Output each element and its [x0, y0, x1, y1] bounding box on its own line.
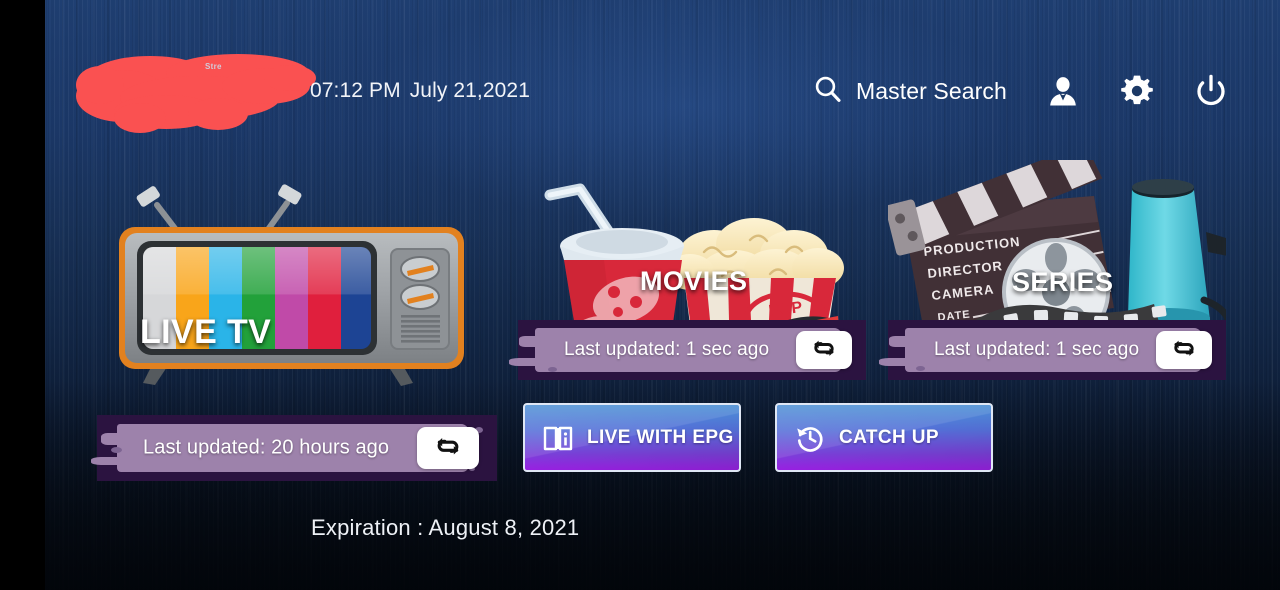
live-with-epg-label: LIVE WITH EPG	[587, 426, 734, 448]
left-letterbox-bar	[0, 0, 45, 590]
history-clock-icon	[795, 423, 825, 453]
brush-speck	[548, 367, 557, 372]
app-screen: Stre 07:12 PM July 21,2021 Master Search	[0, 0, 1280, 590]
clock-date: 07:12 PM July 21,2021	[310, 79, 530, 103]
repeat-refresh-icon	[434, 432, 462, 465]
refresh-button-movies[interactable]	[796, 331, 852, 369]
catch-up-label: CATCH UP	[839, 426, 939, 448]
user-account-button[interactable]	[1040, 70, 1086, 116]
power-icon	[1193, 73, 1229, 114]
clock-time: 07:12 PM	[310, 79, 401, 102]
top-bar: Stre 07:12 PM July 21,2021 Master Search	[45, 0, 1280, 150]
logo-ghost-text: Stre	[205, 62, 222, 71]
user-account-icon	[1046, 74, 1080, 113]
brush-speck	[111, 447, 122, 453]
power-button[interactable]	[1188, 70, 1234, 116]
refresh-button-live-tv[interactable]	[417, 427, 479, 469]
master-search-label: Master Search	[856, 78, 1007, 104]
master-search-button[interactable]: Master Search	[813, 74, 1007, 109]
current-date: July 21,2021	[409, 79, 530, 102]
last-updated-label-series: Last updated: 1 sec ago	[934, 339, 1140, 360]
last-updated-bar-series: Last updated: 1 sec ago	[878, 320, 1226, 380]
last-updated-label-live-tv: Last updated: 20 hours ago	[143, 436, 390, 459]
live-with-epg-button[interactable]: LIVE WITH EPG	[523, 403, 741, 472]
last-updated-bar-live-tv: Last updated: 20 hours ago	[91, 415, 497, 481]
repeat-refresh-icon	[1171, 335, 1197, 366]
retro-television-icon	[97, 165, 497, 395]
refresh-button-series[interactable]	[1156, 331, 1212, 369]
repeat-refresh-icon	[811, 335, 837, 366]
channel-logo-redacted	[70, 40, 320, 135]
last-updated-bar-movies: Last updated: 1 sec ago	[509, 320, 866, 380]
book-info-icon	[543, 424, 573, 452]
search-icon	[813, 74, 843, 109]
settings-button[interactable]	[1114, 70, 1160, 116]
last-updated-label-movies: Last updated: 1 sec ago	[564, 339, 770, 360]
gear-icon	[1119, 73, 1155, 114]
expiration-label: Expiration : August 8, 2021	[311, 515, 580, 540]
brush-speck	[916, 366, 925, 371]
catch-up-button[interactable]: CATCH UP	[775, 403, 993, 472]
